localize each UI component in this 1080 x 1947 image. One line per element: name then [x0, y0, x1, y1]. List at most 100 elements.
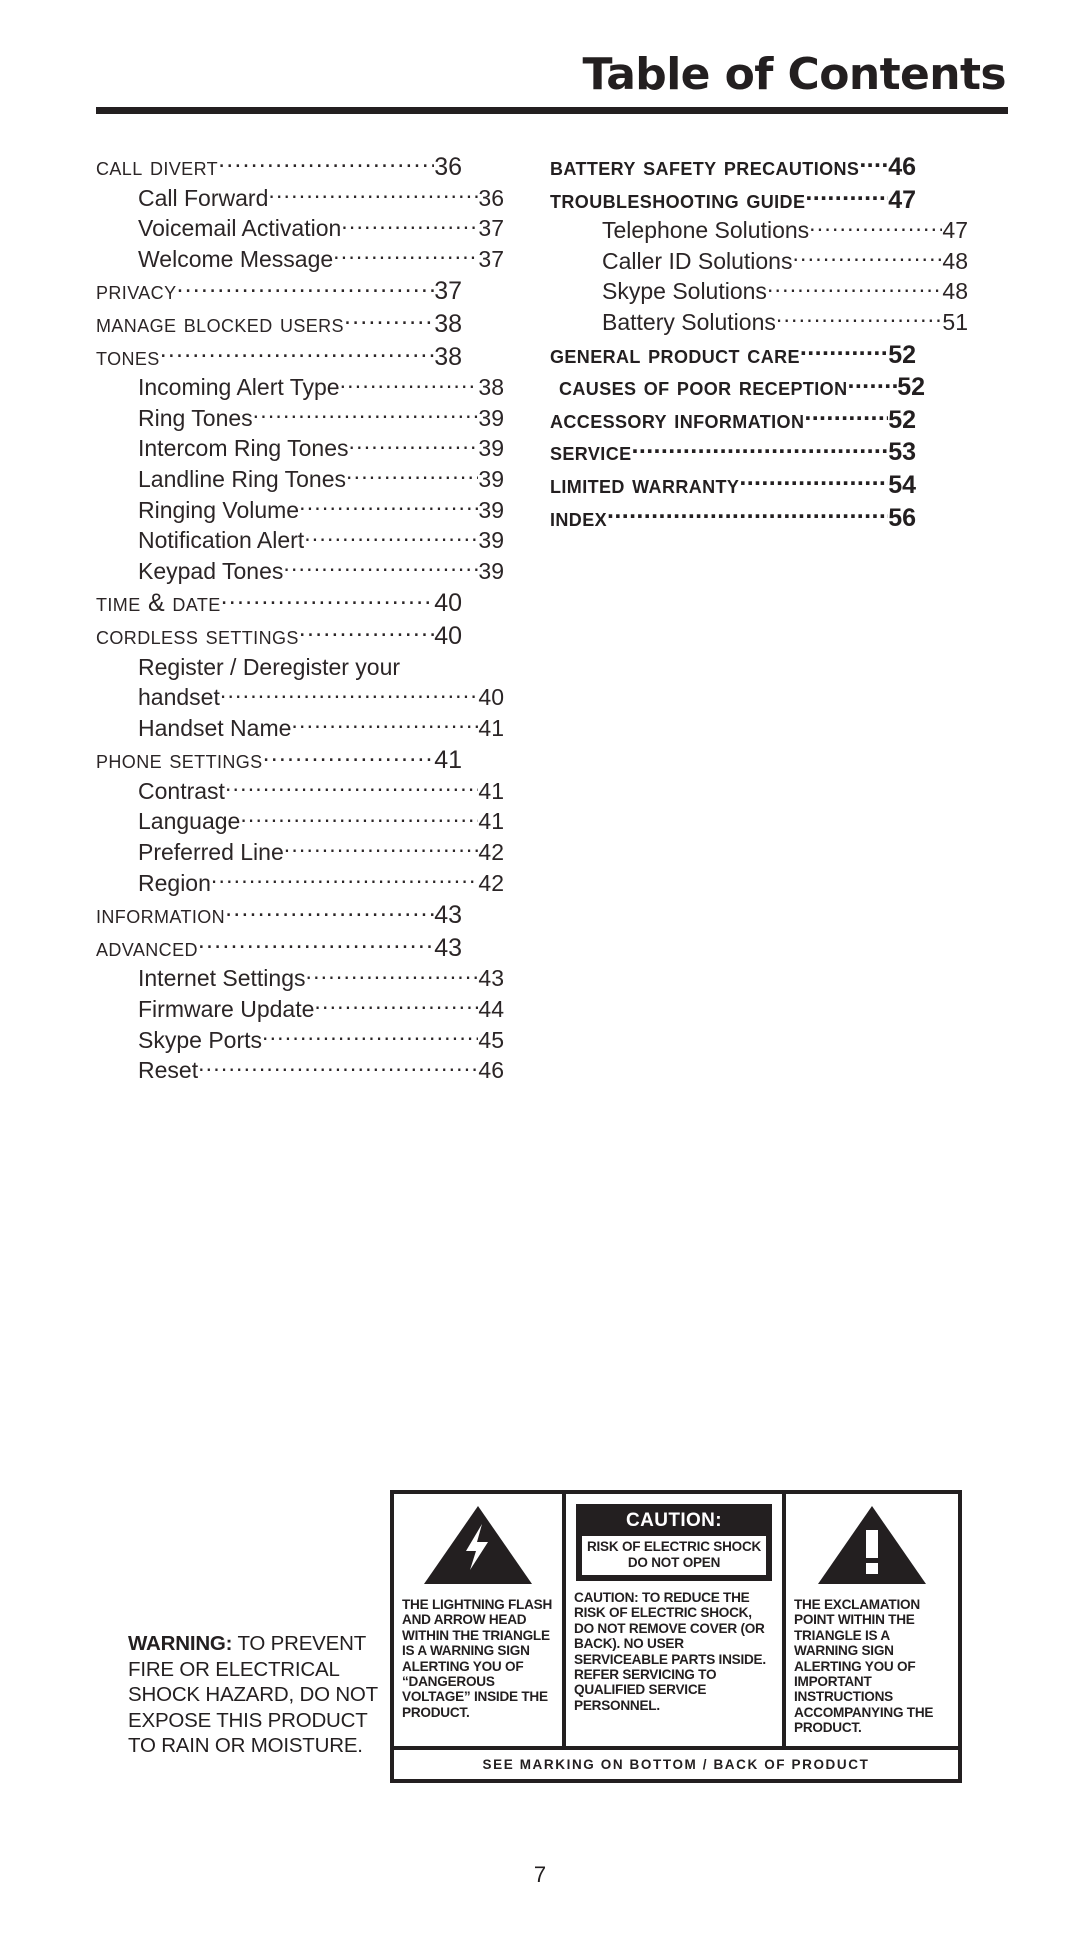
warning-text-block: WARNING: TO PREVENT FIRE OR ELECTRICAL S… — [128, 1631, 390, 1783]
toc-entry-label: Register / Deregister your — [138, 653, 401, 680]
toc-entry-label: Contrast — [138, 777, 225, 804]
toc-entry[interactable]: Index 56 — [550, 501, 916, 534]
toc-leader-dots — [283, 556, 478, 579]
toc-page-number: 39 — [478, 404, 504, 431]
toc-entry-label: Manage Blocked Users — [96, 309, 344, 338]
exclamation-cell: THE EXCLAMATION POINT WITHIN THE TRIANGL… — [786, 1494, 958, 1746]
toc-right-column: Battery Safety Precautions46Troubleshoot… — [550, 150, 968, 1086]
toc-leader-dots — [218, 150, 434, 175]
toc-leader-dots — [177, 274, 435, 299]
toc-entry[interactable]: Causes of Poor Reception 52 — [550, 370, 925, 403]
toc-entry[interactable]: Advanced 43 — [96, 931, 462, 964]
toc-entry[interactable]: Privacy 37 — [96, 274, 462, 307]
toc-page-number: 40 — [434, 621, 462, 650]
toc-entry-label: Intercom Ring Tones — [138, 435, 349, 462]
toc-entry-label: Region — [138, 869, 211, 896]
table-of-contents: Call Divert36Call Forward36Voicemail Act… — [96, 150, 1008, 1086]
toc-entry[interactable]: Time & Date 40 — [96, 586, 462, 619]
toc-entry[interactable]: Limited Warranty 54 — [550, 468, 916, 501]
toc-entry[interactable]: Notification Alert 39 — [96, 525, 504, 556]
toc-entry-label: Tones — [96, 342, 160, 371]
page-title: Table of Contents — [582, 49, 1006, 100]
toc-entry[interactable]: Manage Blocked Users 38 — [96, 307, 462, 340]
toc-entry[interactable]: Voicemail Activation 37 — [96, 213, 504, 244]
toc-entry[interactable]: Landline Ring Tones 39 — [96, 464, 504, 495]
toc-entry[interactable]: Handset Name 41 — [96, 713, 504, 744]
toc-entry[interactable]: Incoming Alert Type 38 — [96, 372, 504, 403]
toc-page-number: 54 — [888, 470, 916, 499]
toc-entry[interactable]: Ring Tones 39 — [96, 403, 504, 434]
toc-page-number: 43 — [434, 933, 462, 962]
toc-entry[interactable]: General Product Care 52 — [550, 338, 916, 371]
toc-leader-dots — [607, 501, 888, 526]
toc-page-number: 38 — [434, 342, 462, 371]
toc-entry[interactable]: handset 40 — [96, 682, 504, 713]
toc-entry[interactable]: Accessory Information 52 — [550, 403, 916, 436]
toc-entry-label: Telephone Solutions — [602, 217, 810, 244]
toc-entry-label: Keypad Tones — [138, 557, 284, 584]
toc-entry[interactable]: Region 42 — [96, 868, 504, 899]
toc-entry-label: Phone Settings — [96, 746, 263, 775]
toc-page-number: 51 — [942, 308, 968, 335]
toc-leader-dots — [340, 372, 479, 395]
toc-entry[interactable]: Call Divert 36 — [96, 150, 462, 183]
toc-entry[interactable]: Internet Settings 43 — [96, 963, 504, 994]
toc-entry[interactable]: Information 43 — [96, 898, 462, 931]
toc-entry[interactable]: Skype Solutions 48 — [550, 276, 968, 307]
toc-entry-label: Causes of Poor Reception — [559, 373, 848, 402]
toc-page-number: 39 — [478, 496, 504, 523]
toc-entry[interactable]: Register / Deregister your — [96, 652, 504, 683]
toc-page-number: 40 — [434, 589, 462, 618]
toc-page-number: 38 — [478, 374, 504, 401]
toc-leader-dots — [240, 806, 478, 829]
toc-entry[interactable]: Keypad Tones 39 — [96, 556, 504, 587]
toc-page-number: 39 — [478, 527, 504, 554]
toc-entry[interactable]: Telephone Solutions 47 — [550, 215, 968, 246]
toc-entry[interactable]: Caller ID Solutions 48 — [550, 246, 968, 277]
toc-entry-label: Ring Tones — [138, 404, 253, 431]
caution-title: CAUTION: — [579, 1507, 769, 1536]
toc-entry[interactable]: Call Forward 36 — [96, 183, 504, 214]
toc-page-number: 48 — [942, 247, 968, 274]
toc-entry[interactable]: Firmware Update 44 — [96, 994, 504, 1025]
toc-leader-dots — [800, 338, 888, 363]
toc-leader-dots — [349, 433, 479, 456]
toc-entry[interactable]: Reset 46 — [96, 1055, 504, 1086]
toc-page-number: 36 — [434, 153, 462, 181]
toc-entry-label: Handset Name — [138, 714, 292, 741]
toc-entry[interactable]: Contrast 41 — [96, 776, 504, 807]
toc-entry-label: Limited Warranty — [550, 470, 740, 499]
toc-leader-dots — [299, 619, 434, 644]
toc-entry[interactable]: Troubleshooting Guide 47 — [550, 183, 916, 216]
toc-leader-dots — [767, 276, 942, 299]
toc-entry[interactable]: Preferred Line 42 — [96, 837, 504, 868]
toc-entry[interactable]: Skype Ports 45 — [96, 1025, 504, 1056]
toc-entry[interactable]: Tones 38 — [96, 340, 462, 373]
toc-entry[interactable]: Battery Safety Precautions 46 — [550, 150, 916, 183]
toc-page-number: 52 — [888, 405, 916, 434]
toc-entry[interactable]: Language 41 — [96, 806, 504, 837]
toc-entry[interactable]: Intercom Ring Tones 39 — [96, 433, 504, 464]
toc-page-number: 48 — [942, 278, 968, 305]
toc-leader-dots — [198, 931, 434, 956]
toc-leader-dots — [198, 1055, 478, 1078]
toc-left-column: Call Divert36Call Forward36Voicemail Act… — [96, 150, 504, 1086]
toc-entry-label: Voicemail Activation — [138, 215, 342, 242]
toc-entry-label: Service — [550, 438, 632, 467]
toc-entry[interactable]: Welcome Message 37 — [96, 244, 504, 275]
toc-entry[interactable]: Ringing Volume 39 — [96, 495, 504, 526]
lightning-bolt-icon — [402, 1502, 554, 1588]
toc-page-number: 37 — [434, 277, 462, 306]
toc-entry[interactable]: Cordless Settings 40 — [96, 619, 462, 652]
safety-notice-panel: WARNING: TO PREVENT FIRE OR ELECTRICAL S… — [128, 1490, 962, 1783]
toc-page-number: 47 — [888, 185, 916, 214]
toc-entry[interactable]: Battery Solutions 51 — [550, 307, 968, 338]
toc-leader-dots — [263, 743, 435, 768]
caution-banner: CAUTION: RISK OF ELECTRIC SHOCK DO NOT O… — [576, 1504, 772, 1581]
toc-entry[interactable]: Phone Settings 41 — [96, 743, 462, 776]
toc-entry-label: General Product Care — [550, 340, 800, 369]
toc-leader-dots — [792, 246, 942, 269]
page-header: Table of Contents — [96, 49, 1008, 115]
toc-page-number: 39 — [478, 557, 504, 584]
toc-entry[interactable]: Service 53 — [550, 435, 916, 468]
